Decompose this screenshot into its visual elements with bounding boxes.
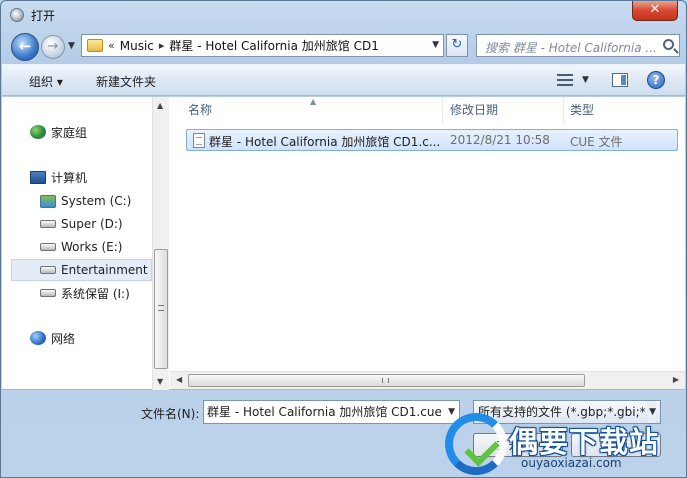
sidebar-item-computer[interactable]: 计算机 — [30, 167, 87, 187]
computer-icon — [30, 170, 46, 184]
nav-pane-scrollbar[interactable]: ▲ ▼ — [152, 97, 169, 390]
column-divider[interactable] — [563, 97, 564, 123]
sidebar-item-drive-entertainment[interactable]: Entertainment ( — [40, 260, 156, 280]
filename-label: 文件名(N): — [141, 407, 200, 421]
scroll-down-icon[interactable]: ▼ — [157, 377, 163, 386]
file-list-pane: ▲ 名称 修改日期 类型 群星 - Hotel California 加州旅馆 … — [170, 97, 685, 390]
sort-ascending-icon: ▲ — [310, 97, 317, 106]
forward-button[interactable]: → — [41, 35, 65, 59]
network-icon — [30, 331, 46, 345]
sidebar-item-label: Entertainment ( — [61, 263, 157, 277]
sidebar-item-label: Works (E:) — [61, 240, 123, 254]
title-bar: 打开 ✕ — [1, 1, 686, 29]
file-name: 群星 - Hotel California 加州旅馆 CD1.c... — [209, 135, 441, 149]
back-button[interactable]: ← — [11, 33, 39, 61]
breadcrumb-music[interactable]: Music — [120, 39, 154, 53]
close-button[interactable]: ✕ — [632, 1, 678, 21]
file-row[interactable]: 群星 - Hotel California 加州旅馆 CD1.c... 2012… — [186, 129, 678, 151]
main-area: 家庭组 计算机 System (C:) Super (D:) Works (E:… — [2, 97, 685, 390]
sidebar-item-drive-c[interactable]: System (C:) — [40, 191, 131, 211]
watermark-url: ouyaoxiazai.com — [521, 456, 622, 470]
view-options-dropdown[interactable]: ▼ — [582, 75, 589, 85]
filename-value: 群星 - Hotel California 加州旅馆 CD1.cue — [207, 405, 442, 419]
organize-button[interactable]: 组织 ▾ — [29, 73, 63, 90]
address-dropdown[interactable]: ▼ — [432, 40, 439, 50]
sidebar-item-drive-e[interactable]: Works (E:) — [40, 237, 122, 257]
search-input[interactable]: 搜索 群星 - Hotel California ... — [476, 34, 680, 57]
drive-icon — [40, 243, 56, 251]
scrollbar-thumb[interactable] — [154, 249, 168, 369]
watermark-text: 偶要下载站 — [509, 425, 660, 459]
homegroup-icon — [30, 125, 46, 139]
navigation-pane: 家庭组 计算机 System (C:) Super (D:) Works (E:… — [2, 97, 169, 390]
file-modified-date: 2012/8/21 10:58 — [450, 133, 550, 147]
system-drive-icon — [40, 194, 56, 208]
view-options-icon[interactable] — [557, 74, 573, 86]
recent-locations-dropdown[interactable]: ▼ — [68, 41, 75, 51]
breadcrumb-separator[interactable]: ▸ — [159, 39, 165, 52]
help-icon[interactable]: ? — [647, 71, 665, 89]
sidebar-item-drive-d[interactable]: Super (D:) — [40, 214, 123, 234]
drive-icon — [40, 220, 56, 228]
sidebar-item-drive-i[interactable]: 系统保留 (I:) — [40, 283, 130, 303]
command-bar: 组织 ▾ 新建文件夹 ▼ ? — [2, 64, 685, 96]
scroll-right-icon[interactable]: ▶ — [673, 375, 679, 384]
column-header-type[interactable]: 类型 — [570, 97, 594, 123]
sidebar-item-label: 网络 — [51, 331, 76, 346]
watermark-logo-icon — [445, 413, 507, 475]
sidebar-item-label: System (C:) — [61, 194, 132, 208]
filename-input[interactable]: 群星 - Hotel California 加州旅馆 CD1.cue ▼ — [203, 400, 460, 424]
scroll-left-icon[interactable]: ◀ — [176, 375, 182, 384]
column-header-name[interactable]: 名称 — [188, 97, 212, 123]
folder-icon — [87, 39, 103, 52]
new-folder-button[interactable]: 新建文件夹 — [96, 73, 156, 90]
preview-pane-icon[interactable] — [612, 73, 628, 87]
column-header-date[interactable]: 修改日期 — [450, 97, 498, 123]
filename-history-dropdown[interactable]: ▼ — [448, 401, 455, 423]
refresh-button[interactable]: ↻ — [446, 34, 468, 57]
open-file-dialog: 打开 ✕ ← → ▼ « Music ▸ 群星 - Hotel Californ… — [0, 0, 687, 478]
sidebar-item-label: 家庭组 — [51, 125, 88, 140]
sidebar-item-homegroup[interactable]: 家庭组 — [30, 122, 87, 142]
sidebar-item-label: 系统保留 (I:) — [61, 286, 130, 301]
window-title: 打开 — [31, 9, 56, 23]
drive-icon — [40, 289, 56, 297]
search-placeholder: 搜索 群星 - Hotel California ... — [485, 41, 655, 55]
sidebar-item-network[interactable]: 网络 — [30, 328, 75, 348]
breadcrumb-current-folder[interactable]: 群星 - Hotel California 加州旅馆 CD1 — [169, 37, 378, 54]
search-icon — [663, 39, 674, 50]
filter-value: 所有支持的文件 (*.gbp;*.gbi;*. — [478, 405, 650, 419]
drive-icon — [40, 266, 56, 274]
sidebar-item-label: 计算机 — [51, 170, 88, 185]
cue-file-icon — [193, 133, 205, 148]
file-list-hscrollbar[interactable]: ◀ ▶ — [170, 371, 685, 389]
sidebar-item-label: Super (D:) — [61, 217, 123, 231]
address-bar[interactable]: « Music ▸ 群星 - Hotel California 加州旅馆 CD1… — [81, 34, 444, 57]
breadcrumb-overflow[interactable]: « — [108, 39, 115, 52]
scroll-up-icon[interactable]: ▲ — [157, 101, 163, 110]
app-icon — [10, 8, 24, 22]
column-divider[interactable] — [442, 97, 443, 123]
file-type: CUE 文件 — [570, 135, 623, 149]
scrollbar-thumb[interactable] — [188, 374, 585, 387]
